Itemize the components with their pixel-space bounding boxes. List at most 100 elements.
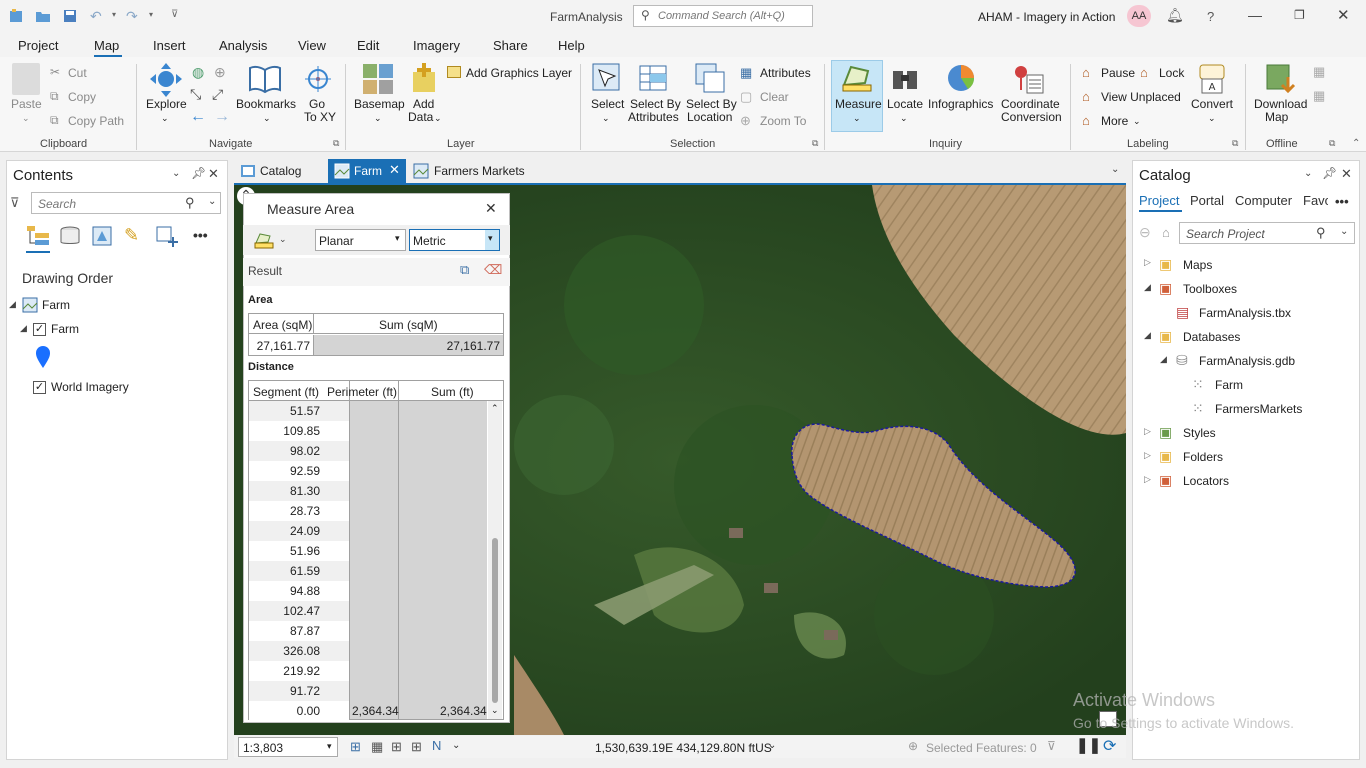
close-window-icon[interactable]: ✕ [1337, 6, 1350, 24]
tab-help[interactable]: Help [558, 38, 585, 53]
add-data-button-line2[interactable]: Data [408, 111, 433, 124]
offline-launcher-icon[interactable]: ⧉ [1329, 138, 1335, 149]
remove-offline-icon[interactable]: ▦ [1313, 88, 1325, 104]
expand-icon[interactable]: ▷ [1144, 474, 1151, 485]
selected-features-label[interactable]: Selected Features: 0 [926, 741, 1037, 755]
explore-button[interactable]: Explore [146, 98, 187, 111]
catalog-tab-portal[interactable]: Portal [1190, 193, 1224, 208]
explore-icon[interactable] [149, 62, 183, 98]
collapse-icon[interactable]: ◢ [1144, 330, 1151, 341]
infographics-icon[interactable] [945, 62, 979, 94]
next-extent-icon[interactable]: → [214, 108, 230, 126]
minimize-icon[interactable]: — [1248, 7, 1262, 23]
chevron-down-icon[interactable]: ⌄ [452, 740, 460, 751]
expand-icon[interactable]: ▷ [1144, 426, 1151, 437]
locate-dropdown-icon[interactable]: ⌄ [900, 112, 908, 125]
lock-button[interactable]: Lock [1159, 67, 1184, 80]
add-data-icon[interactable] [410, 62, 440, 94]
locate-icon[interactable] [890, 63, 920, 93]
tab-imagery[interactable]: Imagery [413, 38, 460, 53]
tab-catalog[interactable]: Catalog [235, 159, 325, 183]
select-button[interactable]: Select [591, 98, 624, 111]
catalog-tab-favorites[interactable]: Favo [1303, 193, 1328, 208]
catalog-menu-icon[interactable]: ⌄ [1304, 168, 1312, 179]
add-data-dropdown-icon[interactable]: ⌄ [434, 112, 442, 125]
download-map-line2[interactable]: Map [1265, 111, 1288, 124]
full-extent-icon[interactable]: ◍ [192, 64, 204, 81]
selection-launcher-icon[interactable]: ⧉ [812, 138, 818, 149]
select-icon[interactable] [591, 62, 623, 94]
bookmarks-icon[interactable] [248, 64, 282, 94]
catalog-item-maps[interactable]: Maps [1183, 258, 1212, 272]
save-icon[interactable] [62, 8, 78, 24]
tab-share[interactable]: Share [493, 38, 528, 53]
expand-icon[interactable]: ▷ [1144, 257, 1151, 268]
search-icon[interactable]: ⚲ [185, 195, 195, 211]
back-icon[interactable]: ⊖ [1139, 224, 1151, 241]
copy-button[interactable]: Copy [68, 91, 96, 104]
pin-icon[interactable]: 📌︎ [1322, 166, 1337, 180]
expand-icon[interactable]: ▷ [1144, 450, 1151, 461]
select-dropdown-icon[interactable]: ⌄ [602, 112, 610, 125]
measure-dropdown-icon[interactable]: ⌄ [853, 112, 861, 125]
measure-icon[interactable] [841, 63, 873, 93]
cut-button[interactable]: Cut [68, 67, 87, 80]
clear-result-icon[interactable]: ⌫ [484, 262, 502, 278]
catalog-item-databases[interactable]: Databases [1183, 330, 1240, 344]
extent-indicator-icon[interactable]: ⊞ [350, 739, 361, 755]
tab-farm[interactable]: Farm ✕ [328, 159, 406, 183]
zoom-out-fixed-icon[interactable]: ⤢ [212, 86, 223, 103]
labeling-launcher-icon[interactable]: ⧉ [1232, 138, 1238, 149]
fixed-zoom-icon[interactable]: ⊕ [214, 64, 226, 81]
close-contents-icon[interactable]: ✕ [208, 166, 219, 182]
more-options-icon[interactable]: ••• [1335, 194, 1349, 209]
user-avatar[interactable]: AA [1127, 5, 1151, 27]
list-by-editing-icon[interactable]: ✎ [124, 225, 139, 246]
catalog-item-tbx[interactable]: FarmAnalysis.tbx [1199, 306, 1291, 320]
more-dropdown-icon[interactable]: ⌄ [1133, 115, 1141, 128]
distance-scrollbar[interactable]: ⌃ ⌄ [488, 401, 502, 719]
tab-edit[interactable]: Edit [357, 38, 379, 53]
search-icon[interactable]: ⚲ [1316, 225, 1326, 241]
customize-toolbar-icon[interactable]: ⊽ [171, 9, 178, 20]
tabs-overflow-icon[interactable]: ⌄ [1111, 164, 1119, 175]
redo-icon[interactable]: ↷ [126, 8, 138, 25]
filter-icon[interactable]: ⊽ [1047, 739, 1056, 753]
scroll-up-icon[interactable]: ⌃ [491, 403, 499, 414]
basemap-icon[interactable] [362, 63, 394, 95]
scrollbar-thumb[interactable] [492, 538, 498, 703]
select-by-location-icon[interactable] [694, 62, 726, 94]
catalog-tab-computer[interactable]: Computer [1235, 193, 1292, 208]
coordinate-conversion-line2[interactable]: Conversion [1001, 111, 1062, 124]
restore-icon[interactable]: ❐ [1294, 8, 1305, 22]
coordinate-conversion-icon[interactable] [1011, 63, 1045, 95]
basemap-button[interactable]: Basemap [354, 98, 405, 111]
grid-icon[interactable]: ▦ [371, 739, 383, 755]
units-dropdown-icon[interactable]: ⌄ [768, 740, 776, 751]
catalog-item-fc-markets[interactable]: FarmersMarkets [1215, 402, 1302, 416]
infographics-button[interactable]: Infographics [928, 98, 993, 111]
view-unplaced-button[interactable]: View Unplaced [1101, 91, 1181, 104]
convert-icon[interactable]: A [1197, 63, 1227, 95]
measure-units-select[interactable]: Metric ▾ [409, 229, 500, 251]
map-collapse-icon[interactable]: ◢ [9, 299, 16, 310]
catalog-item-gdb[interactable]: FarmAnalysis.gdb [1199, 354, 1295, 368]
refresh-icon[interactable]: ⟳ [1103, 736, 1116, 756]
copy-result-icon[interactable]: ⧉ [460, 262, 469, 278]
search-dropdown-icon[interactable]: ⌄ [208, 196, 216, 207]
explore-dropdown-icon[interactable]: ⌄ [161, 112, 169, 125]
pause-button[interactable]: Pause [1101, 67, 1135, 80]
scale-select[interactable]: 1:3,803 ▾ [238, 737, 338, 757]
locate-button[interactable]: Locate [887, 98, 923, 111]
select-by-attributes-line2[interactable]: Attributes [628, 111, 679, 124]
paste-button[interactable]: Paste [11, 98, 42, 111]
select-by-location-line2[interactable]: Location [687, 111, 732, 124]
grid-dropdown-icon[interactable]: ⊞ [391, 739, 402, 755]
measure-button[interactable]: Measure [835, 98, 882, 111]
tab-insert[interactable]: Insert [153, 38, 186, 53]
world-imagery-label[interactable]: World Imagery [51, 380, 129, 394]
farm-layer-label[interactable]: Farm [51, 322, 79, 336]
tab-farmers-markets[interactable]: Farmers Markets [408, 159, 538, 183]
catalog-item-fc-farm[interactable]: Farm [1215, 378, 1243, 392]
farm-point-symbol-icon[interactable] [35, 345, 51, 369]
